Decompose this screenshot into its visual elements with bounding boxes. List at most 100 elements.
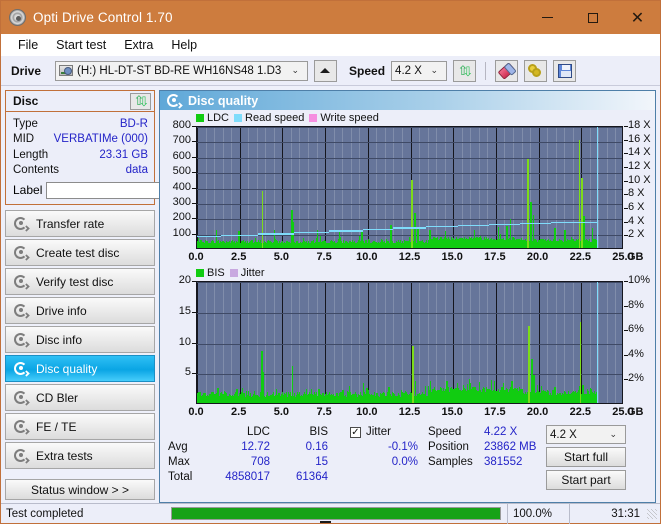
data-spike [275, 388, 278, 403]
y-axis-tick [192, 172, 196, 174]
speed-select[interactable]: 4.2 X ⌄ [391, 60, 448, 81]
x-axis-tick-label: 2.5 [231, 406, 247, 418]
status-window-button[interactable]: Status window > > [5, 479, 155, 500]
data-spike [582, 384, 584, 403]
position-field-label: Position [428, 441, 469, 453]
drive-icon [59, 65, 74, 76]
data-spike [411, 180, 413, 248]
y2-axis-tick [624, 221, 628, 223]
sidebar-item-create-test-disc[interactable]: Create test disc [5, 239, 155, 266]
test-speed-value: 4.2 X [550, 428, 577, 441]
x-axis-tick-label: 10.0 [356, 251, 378, 263]
status-message: Test completed [6, 507, 84, 520]
menu-file[interactable]: File [9, 36, 47, 54]
toolbar-divider [485, 61, 487, 80]
sidebar-item-disc-quality[interactable]: Disc quality [5, 355, 155, 382]
key-button[interactable] [524, 59, 548, 82]
read-speed-segment [391, 228, 394, 231]
drive-select-value: (H:) HL-DT-ST BD-RE WH16NS48 1.D3 [77, 64, 282, 77]
y2-axis-tick-label: 6% [628, 323, 644, 336]
data-spike [236, 389, 238, 403]
data-spike [338, 231, 341, 248]
x-axis-tick-label: 17.5 [484, 251, 506, 263]
disc-quality-icon [167, 93, 183, 109]
sidebar-item-drive-info[interactable]: Drive info [5, 297, 155, 324]
disc-test-icon [14, 303, 30, 319]
sidebar-item-extra-tests[interactable]: Extra tests [5, 442, 155, 469]
menu-help[interactable]: Help [162, 36, 206, 54]
read-speed-segment [256, 234, 259, 237]
data-spike [261, 191, 264, 248]
y2-axis-tick-label: 10% [628, 274, 651, 286]
stats-ldc-avg: 12.72 [241, 441, 270, 453]
minimize-button[interactable] [525, 1, 570, 34]
sidebar-item-label: Verify test disc [36, 274, 114, 289]
stats-jitter-blank [346, 470, 418, 485]
disc-panel: Disc ⇧ ⇩ Type BD-R MID VERBATIMe (000) L… [5, 90, 249, 205]
disc-quality-panel: Disc quality LDC Read speed Write speed … [159, 90, 656, 503]
read-speed-segment [458, 225, 488, 227]
refresh-button[interactable]: ⇧ ⇩ [453, 59, 477, 82]
speed-field-label: Speed [428, 426, 462, 438]
disc-test-icon [14, 332, 30, 348]
x-axis-tick-label: 7.5 [316, 406, 332, 418]
chevron-down-icon: ⌄ [291, 65, 300, 75]
test-speed-select[interactable]: 4.2 X ⌄ [546, 425, 626, 444]
start-part-button[interactable]: Start part [546, 470, 626, 490]
sidebar-item-verify-test-disc[interactable]: Verify test disc [5, 268, 155, 295]
disc-test-icon [14, 390, 30, 406]
disc-row-contents: Contents data [13, 163, 148, 179]
legend-swatch [234, 113, 243, 122]
sidebar-item-disc-info[interactable]: Disc info [5, 326, 155, 353]
y-axis-tick [192, 126, 196, 127]
read-speed-segment [292, 233, 295, 235]
save-icon [557, 63, 572, 78]
start-full-button[interactable]: Start full [546, 447, 626, 467]
jitter-checkbox[interactable]: ✓ [350, 427, 361, 438]
speed-label: Speed [349, 63, 386, 78]
sidebar-item-cd-bler[interactable]: CD Bler [5, 384, 155, 411]
key-icon [528, 63, 543, 78]
data-spike [342, 390, 344, 403]
start-part-label: Start part [561, 473, 611, 487]
eject-button[interactable] [314, 59, 338, 523]
maximize-button[interactable] [570, 1, 615, 34]
disc-row-mid: MID VERBATIMe (000) [13, 132, 148, 148]
stats-bis-total: 61364 [296, 471, 328, 483]
title-bar: Opti Drive Control 1.70 ✕ [1, 1, 660, 34]
data-spike [579, 321, 582, 403]
close-button[interactable]: ✕ [615, 1, 660, 34]
sidebar-item-label: Drive info [36, 303, 87, 318]
y-axis-tick [192, 342, 196, 344]
stats-header-spacer [168, 425, 208, 440]
stats-fields: Speed Position Samples 4.22 X 23862 MB 3… [428, 425, 542, 490]
save-button[interactable] [553, 59, 577, 82]
legend-label: LDC [207, 111, 230, 124]
sidebar-item-transfer-rate[interactable]: Transfer rate [5, 210, 155, 237]
y2-axis-tick [624, 305, 628, 307]
erase-button[interactable] [495, 59, 519, 82]
data-spike [473, 229, 476, 248]
y2-axis-tick-label: 4% [628, 347, 644, 360]
menu-extra[interactable]: Extra [115, 36, 162, 54]
menu-start-test[interactable]: Start test [47, 36, 115, 54]
disc-refresh-button[interactable]: ⇧ ⇩ [130, 92, 151, 110]
data-spike [583, 215, 585, 248]
resize-grip[interactable] [647, 508, 657, 519]
sidebar-item-fe-te[interactable]: FE / TE [5, 413, 155, 440]
data-spike [237, 231, 240, 248]
data-spike [427, 385, 430, 403]
disc-length-value: 23.31 GB [99, 148, 148, 161]
y-axis-tick-label: 500 [172, 165, 191, 178]
data-spike [215, 229, 218, 248]
y-axis-tick [192, 233, 196, 235]
data-spike [456, 382, 459, 403]
y-axis-tick [192, 187, 196, 189]
drive-select[interactable]: (H:) HL-DT-ST BD-RE WH16NS48 1.D3 ⌄ [55, 60, 309, 81]
y2-axis-tick-label: 8 X [628, 187, 645, 200]
y2-axis-tick [624, 281, 628, 282]
data-spike [528, 326, 530, 403]
disc-test-icon [14, 448, 30, 464]
y2-axis-tick [624, 153, 628, 155]
y-axis-tick-label: 200 [172, 211, 191, 224]
